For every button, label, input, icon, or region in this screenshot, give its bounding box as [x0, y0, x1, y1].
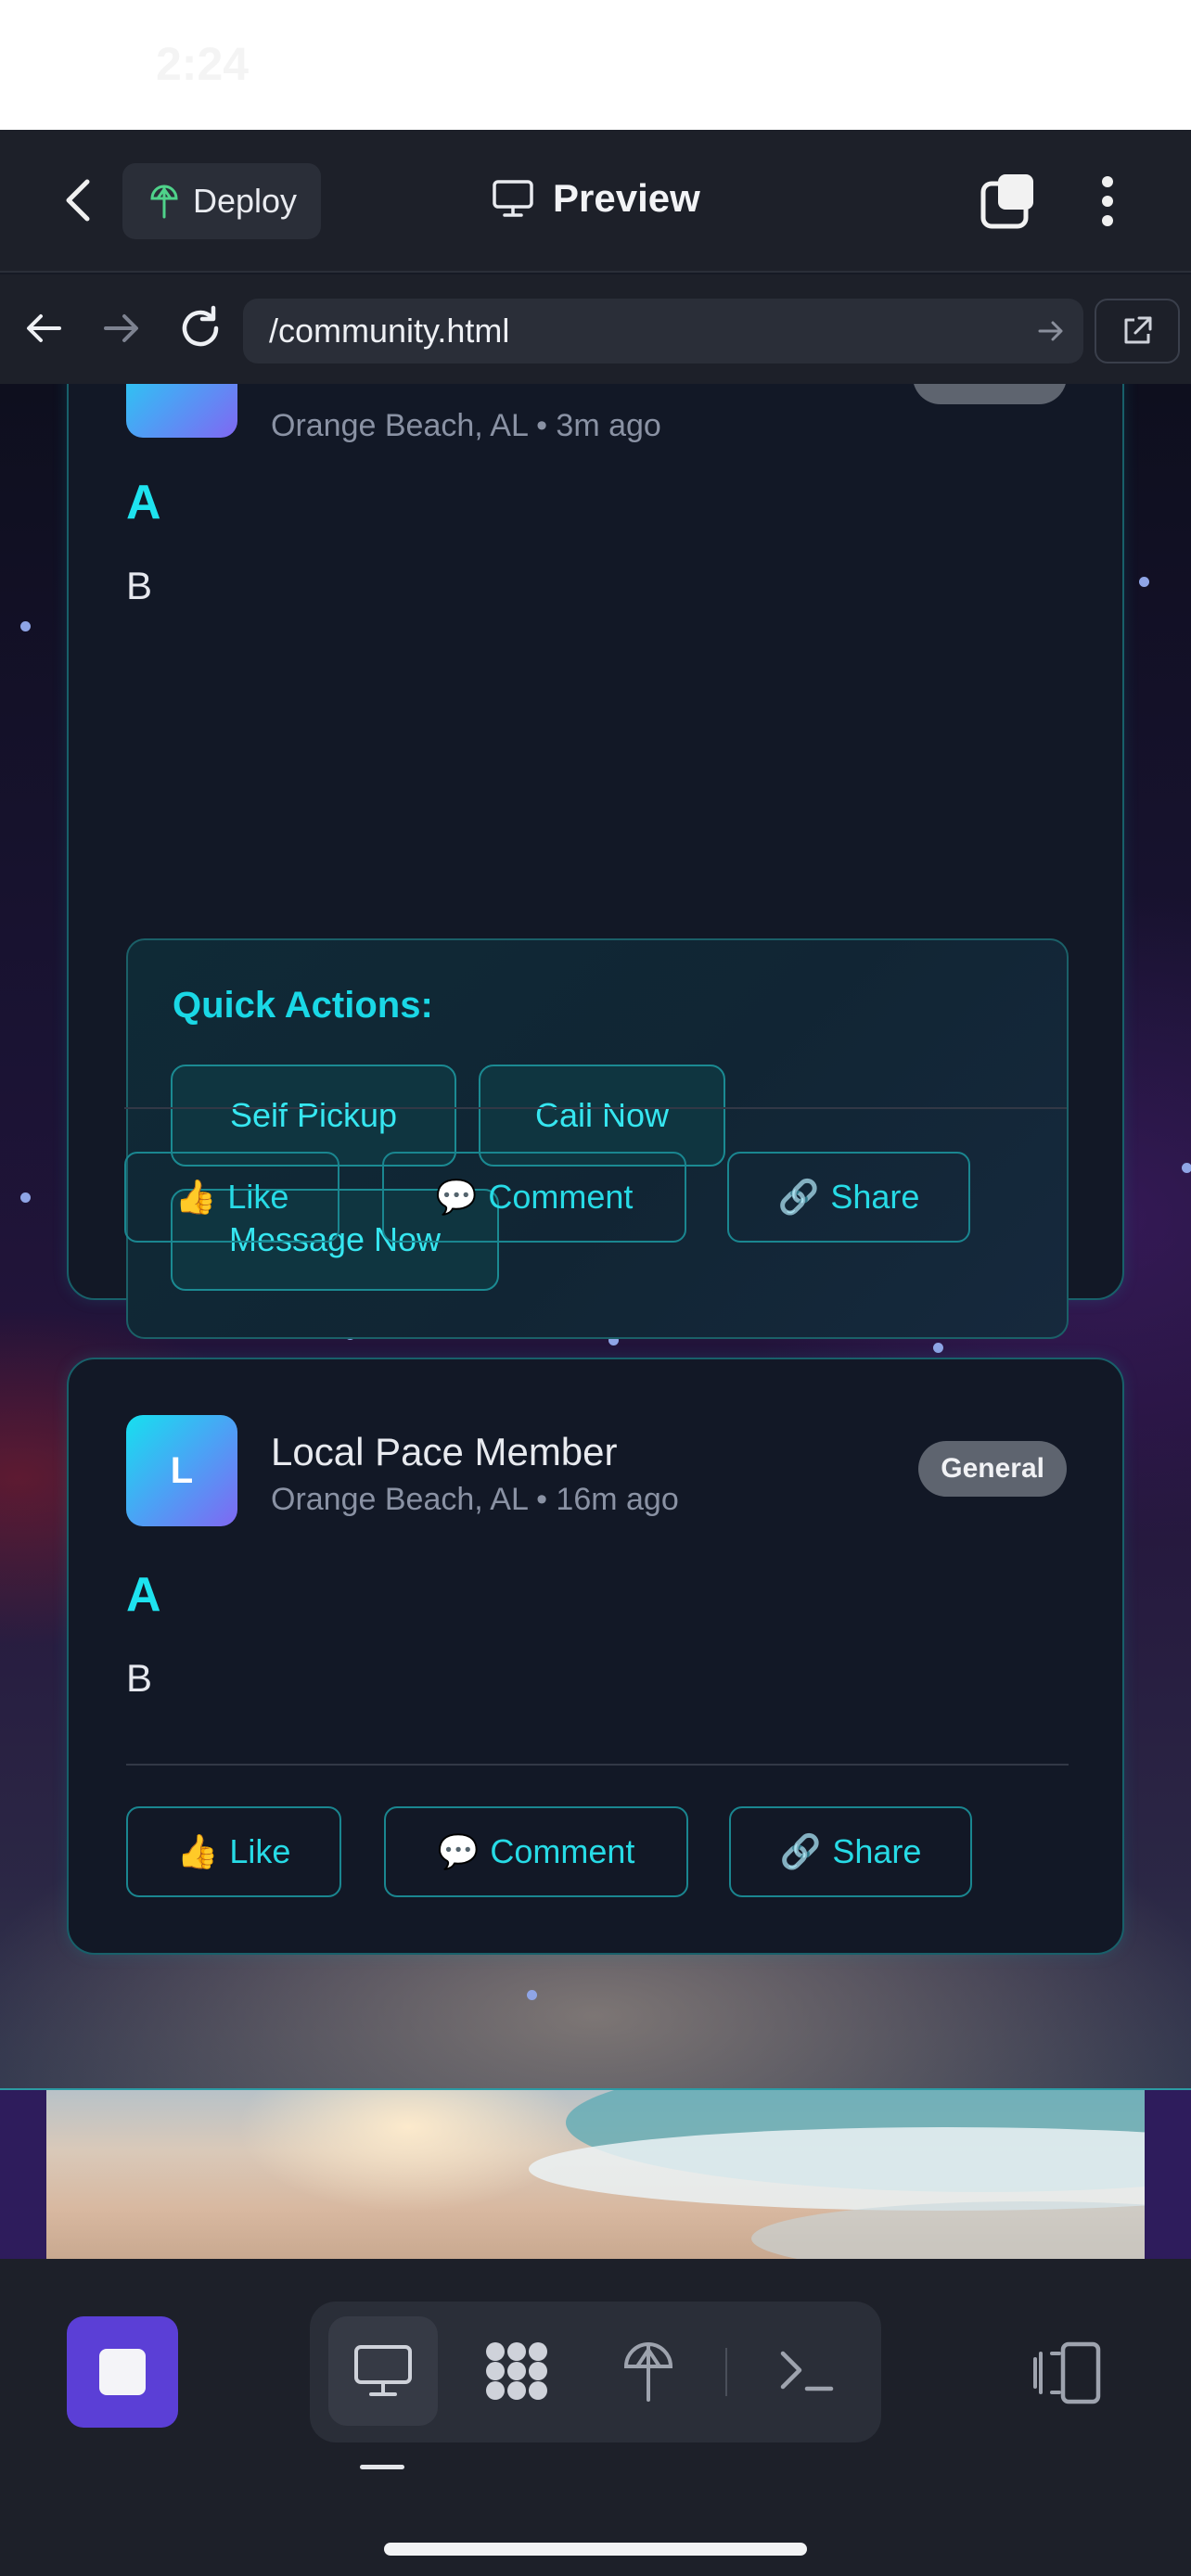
star-dot	[933, 1343, 943, 1353]
star-dot	[20, 1192, 31, 1203]
nav-forward-button[interactable]	[95, 302, 147, 354]
home-indicator[interactable]	[384, 2543, 807, 2556]
tabs-button[interactable]	[980, 172, 1037, 230]
share-icon: 🔗	[777, 1178, 820, 1216]
terminal-tool-button[interactable]	[751, 2316, 861, 2426]
tool-group	[310, 2302, 881, 2442]
share-icon: 🔗	[779, 1832, 822, 1870]
share-button[interactable]: 🔗 Share	[727, 1152, 970, 1243]
like-button[interactable]: 👍 Like	[126, 1806, 341, 1897]
status-time: 2:24	[156, 38, 250, 90]
like-button[interactable]: 👍 Like	[124, 1152, 339, 1243]
post-body: B	[126, 564, 153, 607]
reload-button[interactable]	[174, 302, 226, 354]
active-tab-indicator	[360, 2465, 404, 2469]
more-options-button[interactable]	[1091, 171, 1124, 232]
quick-actions-panel: Quick Actions: Self Pickup Call Now Mess…	[126, 938, 1069, 1339]
arrow-right-icon	[104, 314, 138, 342]
workspace-tool-button[interactable]	[462, 2316, 571, 2426]
post-author: Local Pace Member	[271, 1430, 618, 1473]
tabs-icon	[980, 174, 1033, 229]
bottom-toolbar	[0, 2259, 1191, 2576]
star-dot	[527, 1990, 537, 2000]
reload-icon	[182, 305, 219, 347]
preview-label: Preview	[553, 176, 700, 220]
web-viewport[interactable]: Orange Beach, AL • 3m ago A B Quick Acti…	[0, 384, 1191, 2259]
url-text: /community.html	[269, 312, 510, 350]
category-badge: General	[918, 1441, 1067, 1497]
avatar: L	[126, 1415, 237, 1526]
monitor-icon	[493, 180, 533, 217]
post-meta: Orange Beach, AL • 3m ago	[271, 408, 661, 443]
post-meta: Orange Beach, AL • 16m ago	[271, 1482, 679, 1517]
star-dot	[1139, 577, 1149, 587]
comment-button[interactable]: 💬 Comment	[382, 1152, 686, 1243]
category-badge	[913, 384, 1067, 404]
back-icon	[66, 179, 90, 222]
app-top-bar: Deploy Preview	[0, 130, 1191, 273]
stop-button[interactable]	[67, 2316, 178, 2428]
open-external-button[interactable]	[1095, 299, 1180, 363]
url-go-icon[interactable]	[1035, 315, 1067, 347]
star-dot	[1182, 1163, 1191, 1173]
grid-icon	[486, 2342, 547, 2400]
url-field[interactable]: /community.html	[243, 299, 1083, 363]
divider	[126, 1764, 1069, 1766]
post-title: A	[126, 476, 161, 529]
preview-title: Preview	[492, 176, 700, 221]
star-dot	[20, 621, 31, 631]
device-toggle-button[interactable]	[1031, 2340, 1106, 2405]
post-body: B	[126, 1656, 153, 1700]
device-icon	[1033, 2341, 1101, 2404]
divider	[124, 1107, 1067, 1109]
post-card: L Local Pace Member Orange Beach, AL • 1…	[67, 1358, 1124, 1955]
deploy-icon	[150, 185, 178, 219]
beach-image	[46, 2090, 1145, 2259]
tool-separator	[725, 2348, 727, 2396]
more-vertical-icon	[1102, 176, 1113, 187]
monitor-icon	[354, 2345, 412, 2396]
deploy-icon	[623, 2342, 673, 2402]
share-button[interactable]: 🔗 Share	[729, 1806, 972, 1897]
stop-icon	[99, 2349, 146, 2395]
like-icon: 👍	[176, 1832, 219, 1870]
deploy-tool-button[interactable]	[594, 2316, 703, 2426]
external-link-icon	[1124, 316, 1152, 344]
like-icon: 👍	[174, 1178, 217, 1216]
beach-image-section	[0, 2088, 1191, 2259]
avatar	[126, 384, 237, 438]
arrow-left-icon	[27, 314, 61, 342]
preview-tool-button[interactable]	[328, 2316, 438, 2426]
quick-actions-title: Quick Actions:	[173, 985, 433, 1026]
browser-nav-bar: /community.html	[0, 274, 1191, 384]
terminal-icon	[780, 2351, 834, 2391]
back-button[interactable]	[52, 172, 108, 228]
nav-back-button[interactable]	[19, 302, 70, 354]
comment-icon: 💬	[435, 1178, 478, 1216]
comment-icon: 💬	[437, 1832, 480, 1870]
comment-button[interactable]: 💬 Comment	[384, 1806, 688, 1897]
deploy-button[interactable]: Deploy	[122, 163, 321, 239]
status-bar: 2:24	[0, 0, 1191, 130]
deploy-label: Deploy	[193, 182, 298, 220]
foam-shape	[751, 2201, 1145, 2259]
post-title: A	[126, 1568, 161, 1622]
